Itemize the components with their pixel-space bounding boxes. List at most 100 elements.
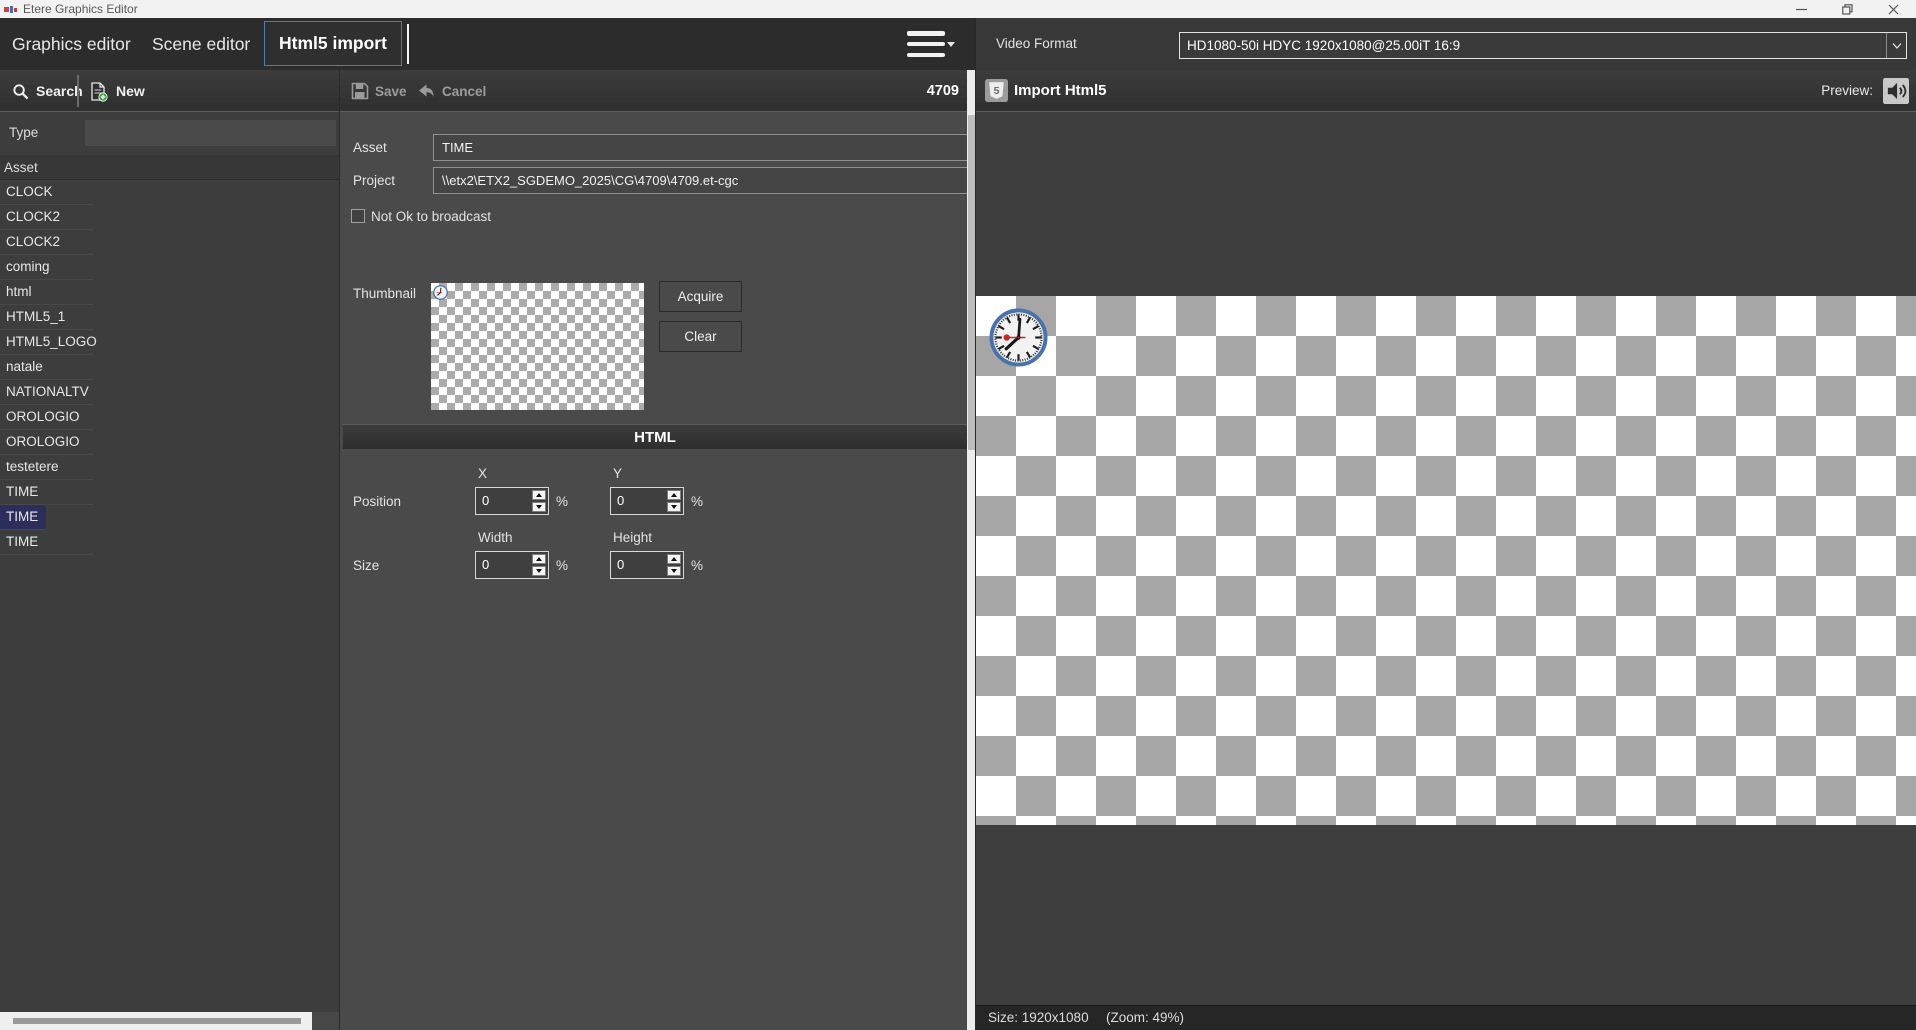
asset-row[interactable]: CLOCK2 <box>0 205 339 230</box>
new-document-icon <box>88 81 109 102</box>
size-width-input[interactable]: 0 <box>476 552 530 578</box>
arrow-down-icon <box>671 569 677 573</box>
acquire-button[interactable]: Acquire <box>659 281 742 312</box>
status-bar: Size: 1920x1080 (Zoom: 49%) <box>976 1005 1916 1030</box>
asset-row[interactable]: coming <box>0 255 339 280</box>
position-x-unit: % <box>556 494 568 509</box>
asset-row[interactable]: natale <box>0 355 339 380</box>
video-format-select[interactable]: HD1080-50i HDYC 1920x1080@25.00iT 16:9 <box>1179 32 1907 59</box>
menu-dropdown-arrow-icon <box>947 42 955 47</box>
toolbar-divider <box>77 75 79 107</box>
title-bar: Etere Graphics Editor <box>0 0 1916 18</box>
width-column-label: Width <box>478 530 513 545</box>
speaker-icon <box>1883 78 1909 104</box>
save-button[interactable]: Save <box>351 70 407 112</box>
html-section-header: HTML <box>343 424 967 449</box>
audio-preview-button[interactable] <box>1883 78 1909 104</box>
tab-graphics-editor[interactable]: Graphics editor <box>8 18 135 70</box>
asset-row[interactable]: OROLOGIO <box>0 405 339 430</box>
video-format-label: Video Format <box>996 36 1077 51</box>
hamburger-icon <box>907 31 945 36</box>
new-label: New <box>116 83 145 99</box>
arrow-down-icon <box>536 505 542 509</box>
arrow-up-icon <box>671 557 677 561</box>
preview-label: Preview: <box>1821 70 1873 112</box>
import-toolbar: 5 Import Html5 Preview: <box>976 70 1916 112</box>
status-size: Size: 1920x1080 <box>988 1006 1089 1030</box>
size-width-spinner: 0 <box>475 551 549 579</box>
x-column-label: X <box>478 466 487 481</box>
asset-row[interactable]: testetere <box>0 455 339 480</box>
preview-canvas[interactable] <box>976 296 1916 825</box>
asset-row[interactable]: HTML5_1 <box>0 305 339 330</box>
video-format-value: HD1080-50i HDYC 1920x1080@25.00iT 16:9 <box>1187 38 1460 53</box>
size-height-decrement-button[interactable] <box>667 566 681 576</box>
clear-button[interactable]: Clear <box>659 321 742 352</box>
asset-row-selected[interactable]: TIME <box>0 505 339 530</box>
asset-row[interactable]: NATIONALTV <box>0 380 339 405</box>
asset-row[interactable]: TIME <box>0 530 339 555</box>
size-height-increment-button[interactable] <box>667 554 681 564</box>
asset-row[interactable]: HTML5_LOGO <box>0 330 339 355</box>
size-row-label: Size <box>353 558 379 573</box>
tab-html5-import[interactable]: Html5 import <box>264 21 402 66</box>
position-y-input[interactable]: 0 <box>611 488 665 514</box>
asset-row[interactable]: CLOCK <box>0 180 339 205</box>
video-format-row: Video Format HD1080-50i HDYC 1920x1080@2… <box>976 18 1916 70</box>
new-button[interactable]: New <box>88 70 145 112</box>
y-column-label: Y <box>613 466 622 481</box>
status-zoom: (Zoom: 49%) <box>1106 1006 1184 1030</box>
asset-field[interactable]: TIME <box>433 134 969 161</box>
thumbnail-preview <box>431 283 644 410</box>
save-label: Save <box>375 84 407 99</box>
app-window: Etere Graphics Editor Graphics editor Sc… <box>0 0 1916 1030</box>
size-width-decrement-button[interactable] <box>532 566 546 576</box>
scrollbar-thumb[interactable] <box>13 1018 301 1024</box>
scrollbar-thumb[interactable] <box>968 115 975 450</box>
arrow-up-icon <box>536 493 542 497</box>
menu-button[interactable] <box>907 31 945 57</box>
size-height-spinner: 0 <box>610 551 684 579</box>
window-title: Etere Graphics Editor <box>23 2 138 16</box>
clock-thumbnail-icon <box>433 285 448 300</box>
size-height-input[interactable]: 0 <box>611 552 665 578</box>
asset-row[interactable]: OROLOGIO <box>0 430 339 455</box>
chevron-down-icon <box>1886 33 1906 58</box>
not-ok-to-broadcast-checkbox[interactable] <box>351 209 365 223</box>
arrow-up-icon <box>536 557 542 561</box>
asset-list: CLOCK CLOCK2 CLOCK2 coming html HTML5_1 … <box>0 180 339 555</box>
minimize-button[interactable] <box>1778 0 1824 18</box>
position-y-decrement-button[interactable] <box>667 502 681 512</box>
svg-text:5: 5 <box>994 86 1000 97</box>
clock-graphic <box>989 308 1048 367</box>
position-x-decrement-button[interactable] <box>532 502 546 512</box>
asset-row[interactable]: CLOCK2 <box>0 230 339 255</box>
preview-panel: Video Format HD1080-50i HDYC 1920x1080@2… <box>975 18 1916 1030</box>
asset-row[interactable]: TIME <box>0 480 339 505</box>
type-filter-input[interactable] <box>85 120 336 146</box>
project-field-label: Project <box>353 173 395 188</box>
text-caret <box>407 24 409 64</box>
tab-bar: Graphics editor Scene editor Html5 impor… <box>0 18 975 70</box>
horizontal-scrollbar[interactable] <box>0 1012 339 1030</box>
search-button[interactable]: Search <box>12 70 83 112</box>
import-html5-title: Import Html5 <box>1014 70 1107 112</box>
cancel-button[interactable]: Cancel <box>416 70 486 112</box>
position-y-increment-button[interactable] <box>667 490 681 500</box>
asset-field-label: Asset <box>353 140 387 155</box>
position-x-increment-button[interactable] <box>532 490 546 500</box>
tab-scene-editor[interactable]: Scene editor <box>148 18 254 70</box>
size-width-increment-button[interactable] <box>532 554 546 564</box>
restore-button[interactable] <box>1824 0 1870 18</box>
position-row-label: Position <box>353 494 401 509</box>
detail-toolbar: Save Cancel 4709 <box>340 70 967 112</box>
asset-row[interactable]: html <box>0 280 339 305</box>
close-button[interactable] <box>1870 0 1916 18</box>
cancel-label: Cancel <box>442 84 486 99</box>
position-x-input[interactable]: 0 <box>476 488 530 514</box>
asset-list-header[interactable]: Asset <box>0 155 339 180</box>
size-height-unit: % <box>691 558 703 573</box>
scrollbar-corner <box>312 1012 339 1030</box>
project-field[interactable]: \\etx2\ETX2_SGDEMO_2025\CG\4709\4709.et-… <box>433 167 969 194</box>
type-filter-label: Type <box>9 120 38 146</box>
